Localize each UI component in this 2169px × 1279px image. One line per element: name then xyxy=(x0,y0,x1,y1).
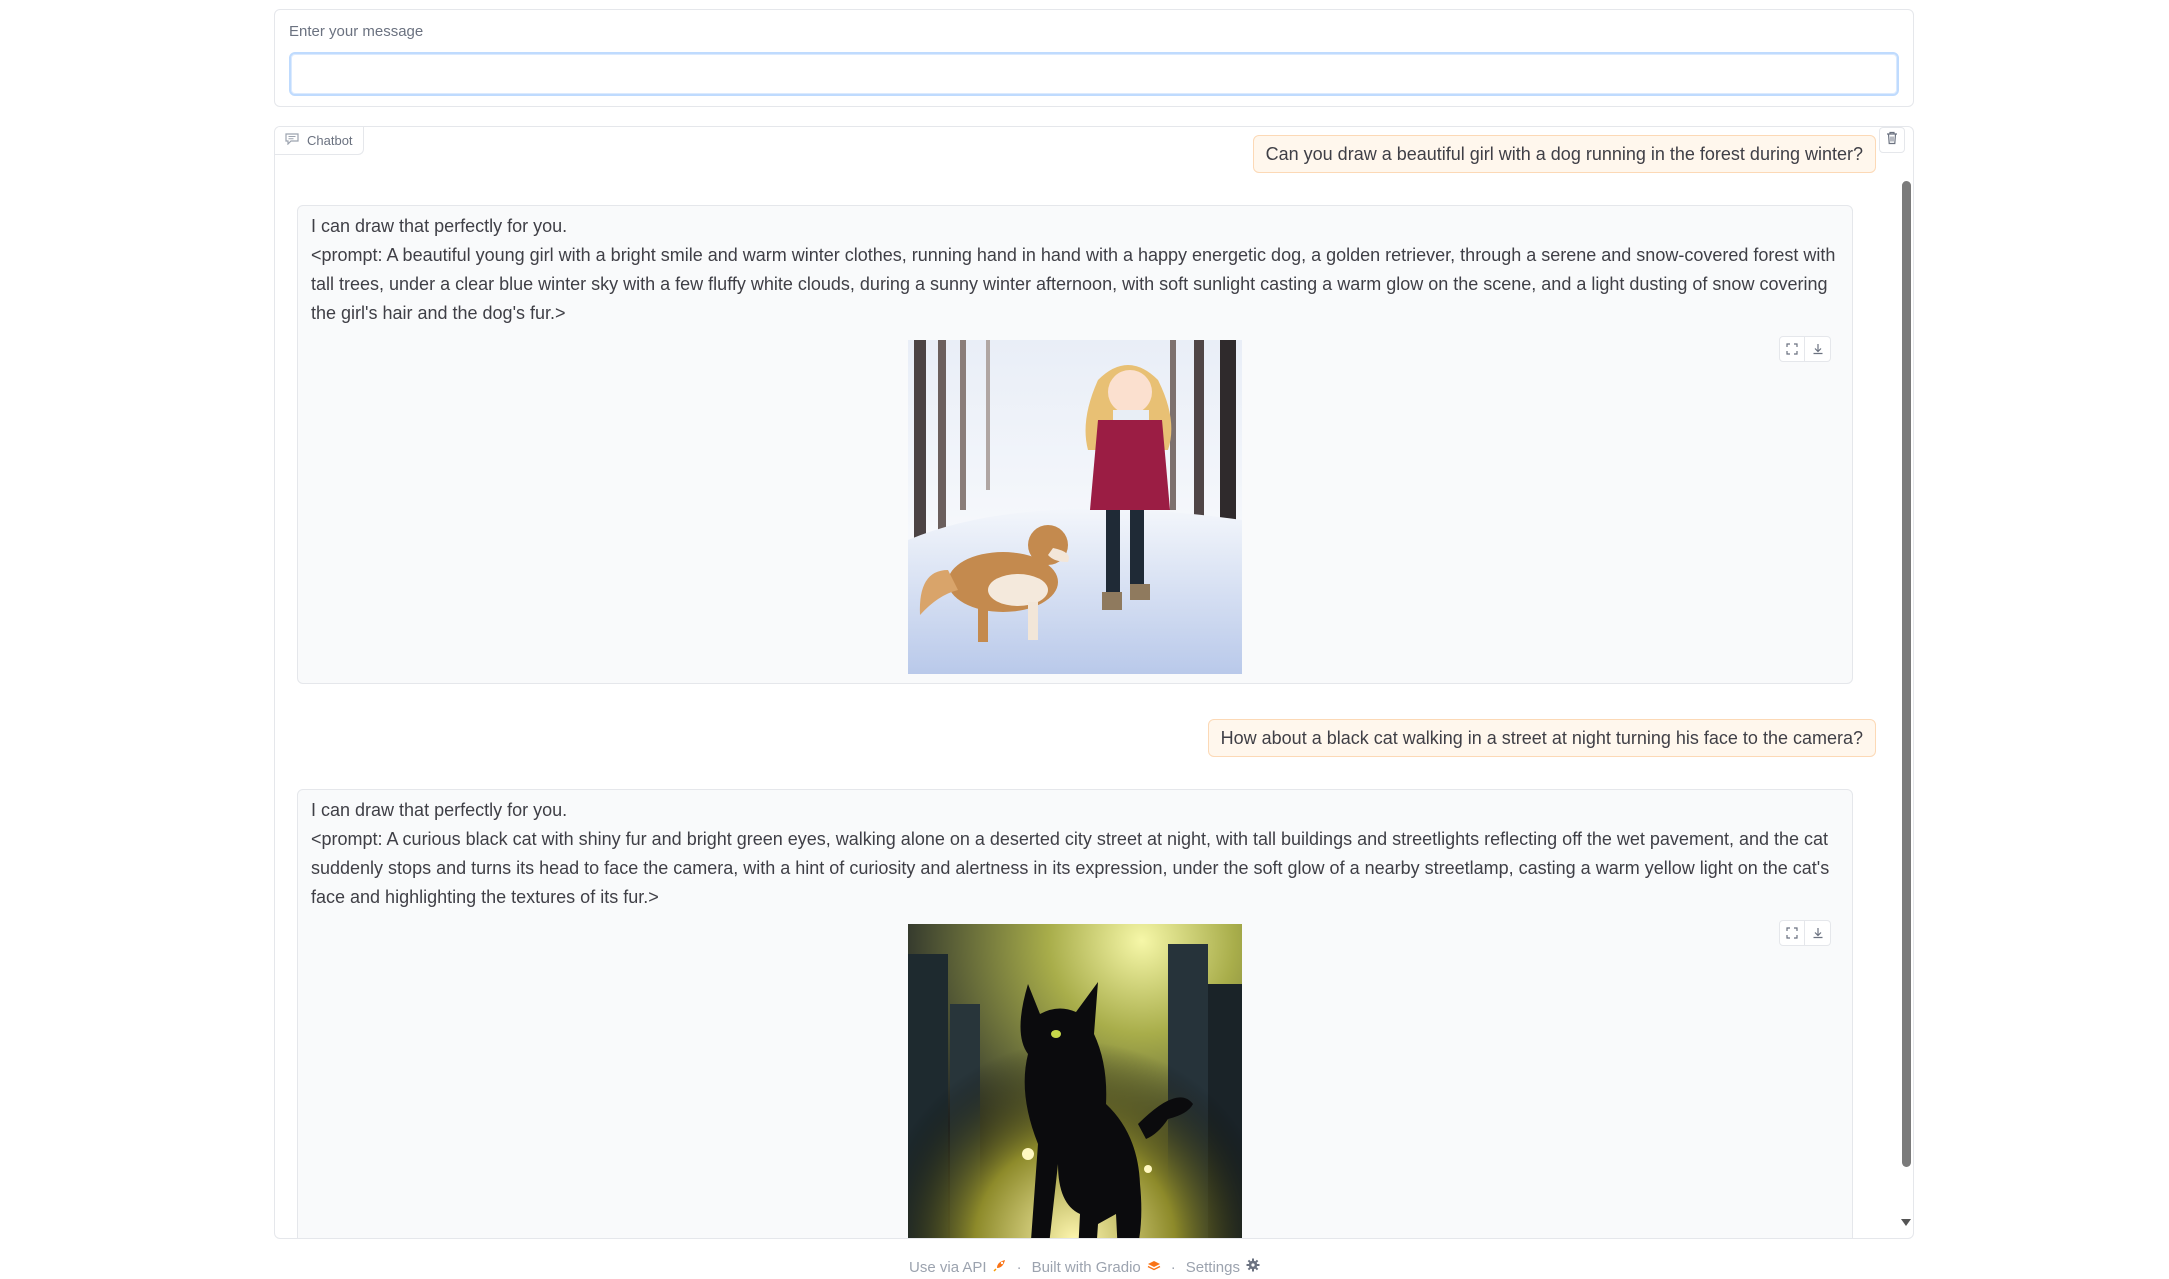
input-label: Enter your message xyxy=(289,23,424,40)
trash-icon xyxy=(1886,131,1898,150)
gradio-logo-icon xyxy=(1147,1259,1161,1276)
settings-label: Settings xyxy=(1185,1258,1240,1276)
bot-message-line: I can draw that perfectly for you. xyxy=(311,216,568,236)
generated-image-container xyxy=(311,328,1839,674)
use-via-api-link[interactable]: Use via API xyxy=(909,1258,1007,1276)
fullscreen-button[interactable] xyxy=(1779,920,1805,946)
bot-message: I can draw that perfectly for you. <prom… xyxy=(297,789,1853,1239)
user-message-text: Can you draw a beautiful girl with a dog… xyxy=(1265,143,1863,164)
user-message-text: How about a black cat walking in a stree… xyxy=(1220,727,1863,748)
download-icon xyxy=(1812,919,1824,948)
chatbot-label-text: Chatbot xyxy=(307,133,353,148)
footer: Use via API · Built with Gradio · Settin… xyxy=(0,1258,2169,1276)
download-button[interactable] xyxy=(1805,920,1831,946)
bot-message-line: I can draw that perfectly for you. xyxy=(311,800,568,820)
bot-message: I can draw that perfectly for you. <prom… xyxy=(297,205,1853,684)
footer-separator: · xyxy=(1016,1258,1022,1276)
settings-link[interactable]: Settings xyxy=(1186,1258,1260,1276)
image-toolbar xyxy=(1779,336,1831,362)
scroll-down-arrow-icon[interactable] xyxy=(1901,1219,1911,1226)
image-toolbar xyxy=(1779,920,1831,946)
message-input[interactable] xyxy=(289,52,1899,96)
bot-message-prompt: <prompt: A beautiful young girl with a b… xyxy=(311,245,1836,323)
message-input-block: Enter your message xyxy=(274,9,1914,107)
gear-icon xyxy=(1246,1258,1260,1276)
use-via-api-label: Use via API xyxy=(909,1258,987,1276)
fullscreen-icon xyxy=(1786,919,1798,948)
chat-icon xyxy=(285,133,299,148)
rocket-icon xyxy=(993,1258,1007,1276)
generated-image-black-cat[interactable] xyxy=(908,924,1242,1239)
chat-scrollbar[interactable] xyxy=(1902,181,1911,1167)
user-message: Can you draw a beautiful girl with a dog… xyxy=(1252,135,1876,173)
download-icon xyxy=(1812,335,1824,364)
clear-chat-button[interactable] xyxy=(1879,127,1905,153)
bot-message-prompt: <prompt: A curious black cat with shiny … xyxy=(311,829,1830,907)
fullscreen-icon xyxy=(1786,335,1798,364)
footer-separator: · xyxy=(1170,1258,1176,1276)
chatbot-label: Chatbot xyxy=(275,127,364,155)
generated-image-container xyxy=(311,912,1839,1239)
user-message: How about a black cat walking in a stree… xyxy=(1207,719,1876,757)
generated-image-girl-dog[interactable] xyxy=(908,340,1242,674)
download-button[interactable] xyxy=(1805,336,1831,362)
built-with-gradio-link[interactable]: Built with Gradio xyxy=(1032,1259,1161,1276)
chatbot-panel: Chatbot Can you draw a beautiful girl wi… xyxy=(274,126,1914,1239)
built-with-gradio-label: Built with Gradio xyxy=(1031,1258,1141,1276)
fullscreen-button[interactable] xyxy=(1779,336,1805,362)
